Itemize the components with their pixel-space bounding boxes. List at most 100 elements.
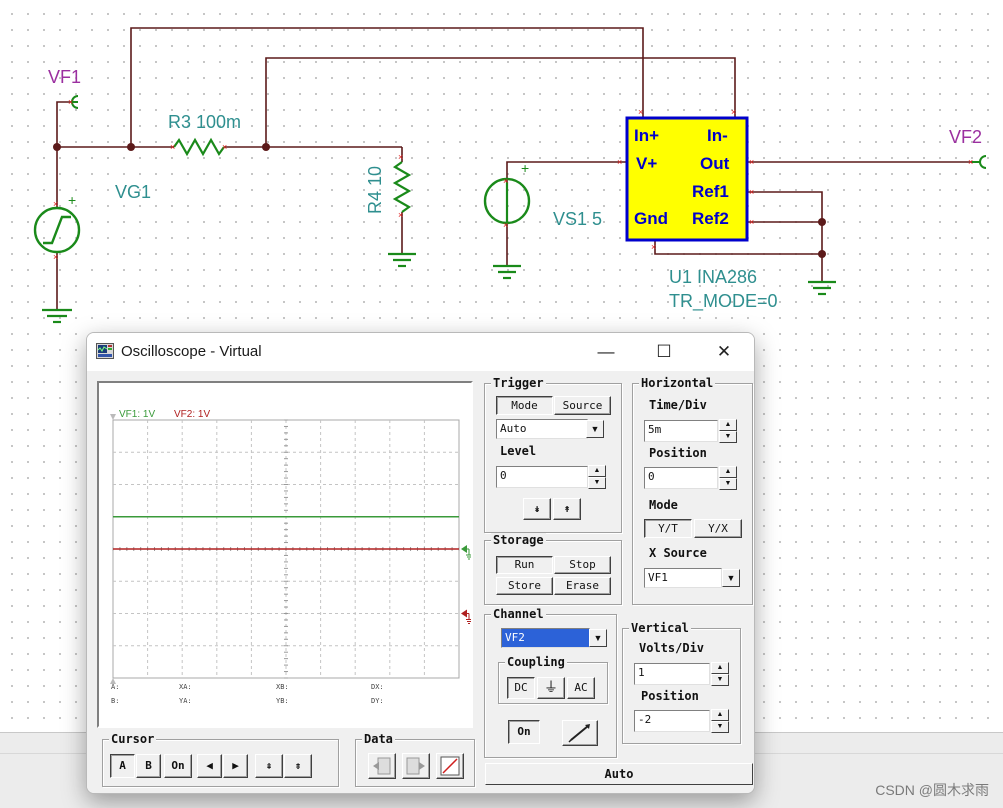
scope-grid: [110, 414, 471, 684]
mode-label: Mode: [649, 498, 678, 512]
window-title: Oscilloscope - Virtual: [121, 343, 262, 360]
rising-edge-icon[interactable]: ↡: [523, 498, 551, 520]
vg1-source-icon[interactable]: [33, 206, 81, 254]
vg1-plus-label: +: [68, 192, 76, 208]
erase-button[interactable]: Erase: [554, 577, 611, 595]
channel-group: Channel VF2 ▼ Coupling DC ⏚ AC On: [484, 607, 617, 758]
channel-select[interactable]: VF2: [501, 628, 590, 648]
ground-coupling-icon[interactable]: ⏚: [537, 677, 565, 699]
channel-title: Channel: [491, 607, 546, 621]
oscilloscope-window[interactable]: Oscilloscope - Virtual — ☐ ✕ VF1: 1V VF2…: [86, 332, 755, 794]
svg-text:×: ×: [398, 210, 403, 220]
titlebar[interactable]: Oscilloscope - Virtual — ☐ ✕: [87, 333, 754, 371]
spin-up-icon: ▲: [588, 465, 606, 477]
cursor-b-button[interactable]: B: [136, 754, 161, 778]
svg-text:×: ×: [222, 142, 227, 152]
cursor-right-icon[interactable]: ▶: [223, 754, 248, 778]
maximize-button[interactable]: ☐: [635, 333, 693, 371]
svg-text:×: ×: [731, 107, 736, 117]
h-position-label: Position: [649, 446, 707, 460]
probe-pen-icon[interactable]: [562, 720, 598, 746]
vs1-label: VS1 5: [553, 209, 602, 229]
svg-text:×: ×: [398, 152, 403, 162]
svg-text:×: ×: [638, 107, 643, 117]
svg-text:×: ×: [968, 157, 973, 167]
data-import-icon[interactable]: [368, 753, 396, 779]
coupling-ac-button[interactable]: AC: [567, 677, 595, 699]
stop-button[interactable]: Stop: [554, 556, 611, 574]
svg-text:×: ×: [503, 220, 508, 230]
data-export-icon[interactable]: [402, 753, 430, 779]
volts-div-label: Volts/Div: [639, 641, 705, 655]
cursor-group: Cursor A B On ◀ ▶ ⇞ ⇟: [102, 732, 339, 787]
chevron-down-icon[interactable]: ▼: [589, 629, 607, 647]
minimize-button[interactable]: —: [577, 333, 635, 371]
falling-edge-icon[interactable]: ↟: [553, 498, 581, 520]
x-source-select[interactable]: VF1: [644, 568, 722, 588]
pin-ref1: Ref1: [692, 182, 729, 201]
tab-trigger-mode[interactable]: Mode: [496, 396, 553, 415]
time-div-input[interactable]: 5m: [644, 420, 718, 442]
svg-text:×: ×: [617, 157, 622, 167]
vs1-plus-label: +: [521, 160, 529, 176]
svg-text:×: ×: [53, 252, 58, 262]
coupling-group: Coupling DC ⏚ AC: [498, 655, 608, 704]
readout-dx: DX:: [371, 683, 384, 691]
close-button[interactable]: ✕: [695, 333, 753, 371]
v-position-input[interactable]: -2: [634, 710, 710, 732]
coupling-title: Coupling: [505, 655, 567, 669]
mode-yx-button[interactable]: Y/X: [694, 519, 742, 538]
vf2-ground-marker-icon[interactable]: [461, 609, 471, 624]
data-graph-icon[interactable]: [436, 753, 464, 779]
vf1-ground-marker-icon[interactable]: [461, 545, 471, 560]
spin-up-icon: ▲: [719, 466, 737, 478]
cursor-on-button[interactable]: On: [164, 754, 192, 778]
spin-down-icon: ▼: [588, 477, 606, 489]
vf1-label: VF1: [48, 67, 81, 87]
vf2-label: VF2: [949, 127, 982, 147]
chevron-down-icon[interactable]: ▼: [586, 420, 604, 438]
readout-xa: XA:: [179, 683, 192, 691]
pin-out: Out: [700, 154, 730, 173]
vertical-group: Vertical Volts/Div 1 ▲ ▼ Position -2 ▲ ▼: [622, 621, 741, 744]
run-button[interactable]: Run: [496, 556, 553, 574]
storage-title: Storage: [491, 533, 546, 547]
time-div-label: Time/Div: [649, 398, 707, 412]
chevron-down-icon[interactable]: ▼: [722, 569, 740, 587]
v-position-spinner[interactable]: ▲ ▼: [711, 709, 729, 733]
r4-resistor-icon[interactable]: [392, 161, 412, 213]
r3-resistor-icon[interactable]: [173, 137, 225, 157]
spin-up-icon: ▲: [711, 709, 729, 721]
cursor-left-icon[interactable]: ◀: [197, 754, 222, 778]
cursor-title: Cursor: [109, 732, 157, 746]
readout-yb: YB:: [276, 697, 289, 705]
h-position-input[interactable]: 0: [644, 467, 718, 489]
store-button[interactable]: Store: [496, 577, 553, 595]
cursor-down-icon[interactable]: ⇟: [284, 754, 312, 778]
cursor-up-icon[interactable]: ⇞: [255, 754, 283, 778]
volts-div-spinner[interactable]: ▲ ▼: [711, 662, 729, 686]
pin-in-minus: In-: [707, 126, 728, 145]
channel-on-button[interactable]: On: [508, 720, 540, 744]
tab-trigger-source[interactable]: Source: [554, 396, 611, 415]
trigger-mode-select[interactable]: Auto: [496, 419, 588, 439]
level-spinner[interactable]: ▲ ▼: [588, 465, 606, 489]
coupling-dc-button[interactable]: DC: [507, 677, 535, 699]
pin-gnd: Gnd: [634, 209, 668, 228]
pin-in-plus: In+: [634, 126, 659, 145]
scope-screen[interactable]: VF1: 1V VF2: 1V A: XA: XB: DX: B: YA: YB…: [97, 381, 473, 728]
trigger-level-input[interactable]: 0: [496, 466, 588, 488]
horizontal-title: Horizontal: [639, 376, 716, 390]
readout-xb: XB:: [276, 683, 289, 691]
time-div-spinner[interactable]: ▲ ▼: [719, 419, 737, 443]
cursor-a-button[interactable]: A: [110, 754, 135, 778]
h-position-spinner[interactable]: ▲ ▼: [719, 466, 737, 490]
watermark: CSDN @圆木求雨: [875, 782, 989, 798]
spin-down-icon: ▼: [711, 721, 729, 733]
spin-down-icon: ▼: [719, 478, 737, 490]
auto-button[interactable]: Auto: [485, 763, 753, 785]
volts-div-input[interactable]: 1: [634, 663, 710, 685]
oscilloscope-app-icon: [96, 343, 114, 359]
mode-yt-button[interactable]: Y/T: [644, 519, 692, 538]
vertical-title: Vertical: [629, 621, 691, 635]
